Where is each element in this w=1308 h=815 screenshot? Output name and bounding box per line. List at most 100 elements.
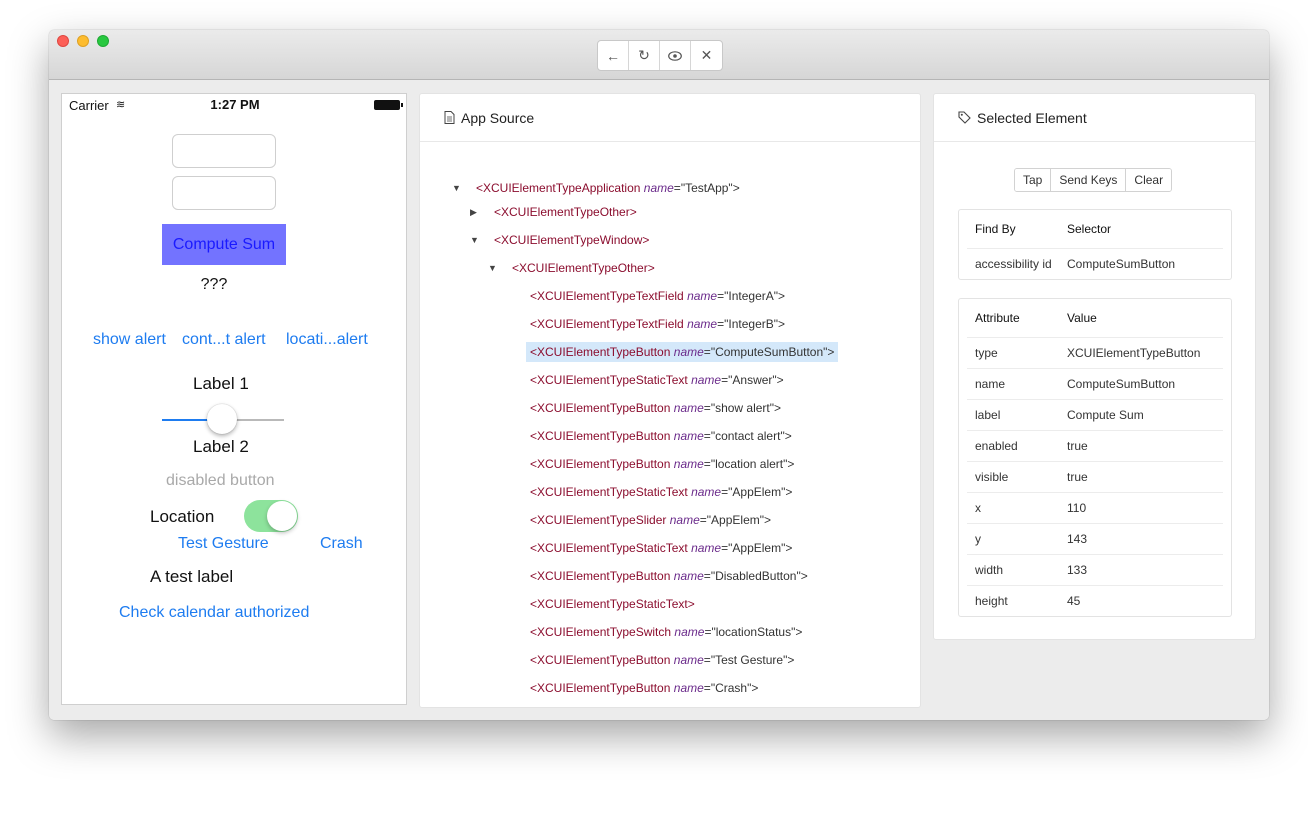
node-attribute: name — [673, 429, 704, 443]
column-header: Selector — [1067, 222, 1112, 236]
node-tag: <XCUIElementTypeButton — [530, 569, 671, 583]
location-switch[interactable] — [244, 500, 298, 532]
integer-a-field[interactable] — [172, 134, 276, 168]
node-tag: <XCUIElementTypeSlider — [530, 513, 667, 527]
caret-down-icon[interactable]: ▼ — [488, 258, 497, 278]
source-tree-node[interactable]: <XCUIElementTypeSlider name="AppElem"> — [526, 510, 775, 530]
table-row: x 110 — [967, 492, 1223, 523]
table-row: enabled true — [967, 430, 1223, 461]
title-bar: ← ↻ ✕ — [49, 30, 1269, 80]
integer-b-field[interactable] — [172, 176, 276, 210]
table-cell: ComputeSumButton — [1067, 257, 1176, 271]
source-tree-node[interactable]: <XCUIElementTypeWindow> — [490, 230, 653, 250]
table-cell: 143 — [1067, 532, 1088, 546]
node-attribute: name — [643, 181, 674, 195]
node-tag: <XCUIElementTypeButton — [530, 401, 671, 415]
close-icon: ✕ — [700, 47, 713, 63]
node-tag: <XCUIElementTypeApplication — [476, 181, 641, 195]
eye-icon — [668, 50, 682, 61]
table-cell: 45 — [1067, 594, 1081, 608]
app-source-header: App Source — [420, 94, 920, 142]
node-value: "show alert"> — [710, 401, 782, 415]
tap-button[interactable]: Tap — [1015, 169, 1052, 191]
table-cell: x — [975, 501, 981, 515]
quit-session-button[interactable]: ✕ — [691, 41, 722, 70]
show-alert-button[interactable]: show alert — [93, 331, 166, 349]
source-tree: ▼ <XCUIElementTypeApplication name="TestA… — [420, 142, 920, 707]
battery-icon — [374, 100, 403, 110]
source-tree-node[interactable]: <XCUIElementTypeButton name="DisabledBut… — [526, 566, 812, 586]
source-tree-node[interactable]: <XCUIElementTypeButton name="ComputeSumB… — [526, 342, 839, 362]
source-tree-node[interactable]: <XCUIElementTypeButton name="contact ale… — [526, 426, 796, 446]
node-value: "AppElem"> — [728, 541, 793, 555]
table-cell: y — [975, 532, 981, 546]
source-tree-node[interactable]: <XCUIElementTypeApplication name="TestAp… — [472, 178, 744, 198]
node-attribute: name — [674, 625, 705, 639]
node-attribute: name — [673, 681, 704, 695]
source-tree-node[interactable]: <XCUIElementTypeStaticText name="Accessi… — [526, 706, 813, 707]
source-tree-node[interactable]: <XCUIElementTypeButton name="Crash"> — [526, 678, 762, 698]
clear-button[interactable]: Clear — [1126, 169, 1172, 191]
window-minimize-button[interactable] — [77, 35, 89, 47]
node-attribute: name — [687, 289, 718, 303]
table-cell: 133 — [1067, 563, 1088, 577]
node-tag: <XCUIElementTypeButton — [530, 681, 671, 695]
source-tree-node[interactable]: <XCUIElementTypeStaticText name="AppElem… — [526, 538, 796, 558]
source-tree-node[interactable]: <XCUIElementTypeOther> — [490, 202, 641, 222]
source-tree-node[interactable]: <XCUIElementTypeButton name="location al… — [526, 454, 798, 474]
selected-element-title: Selected Element — [977, 109, 1087, 126]
device-clock: 1:27 PM — [210, 97, 260, 112]
table-header: Find By Selector — [967, 210, 1223, 248]
table-row: height 45 — [967, 585, 1223, 616]
device-status-bar: Carrier ≋ 1:27 PM — [62, 94, 406, 116]
table-cell: label — [975, 408, 1001, 422]
column-header: Attribute — [975, 311, 1020, 325]
crash-button[interactable]: Crash — [320, 535, 363, 553]
source-tree-node[interactable]: <XCUIElementTypeButton name="Test Gestur… — [526, 650, 798, 670]
test-gesture-button[interactable]: Test Gesture — [178, 535, 269, 553]
table-cell: width — [975, 563, 1004, 577]
node-tag: <XCUIElementTypeTextField — [530, 289, 684, 303]
table-row: type XCUIElementTypeButton — [967, 337, 1223, 368]
node-attribute: name — [669, 513, 700, 527]
caret-right-icon[interactable]: ▶ — [470, 202, 477, 222]
send-keys-button[interactable]: Send Keys — [1051, 169, 1127, 191]
slider-thumb[interactable] — [207, 404, 237, 434]
source-tree-node[interactable]: <XCUIElementTypeTextField name="IntegerA… — [526, 286, 789, 306]
caret-down-icon[interactable]: ▼ — [452, 178, 461, 198]
device-screenshot[interactable]: Carrier ≋ 1:27 PM Compute Sum ??? show a… — [61, 93, 407, 705]
window-close-button[interactable] — [57, 35, 69, 47]
node-value: "TestApp"> — [680, 181, 740, 195]
source-tree-node[interactable]: <XCUIElementTypeSwitch name="locationSta… — [526, 622, 806, 642]
table-cell: enabled — [975, 439, 1018, 453]
source-tree-node[interactable]: <XCUIElementTypeButton name="show alert"… — [526, 398, 785, 418]
label-2: Label 2 — [193, 437, 249, 456]
selected-element-panel: Selected Element Tap Send Keys Clear Fin… — [933, 93, 1256, 640]
location-alert-button[interactable]: locati...alert — [286, 331, 368, 349]
check-calendar-button[interactable]: Check calendar authorized — [119, 604, 309, 622]
node-value: "contact alert"> — [710, 429, 792, 443]
attribute-table: Attribute Value type XCUIElementTypeButto… — [958, 298, 1232, 617]
source-tree-node[interactable]: <XCUIElementTypeStaticText name="AppElem… — [526, 482, 796, 502]
node-tag: <XCUIElementTypeStaticText — [530, 541, 688, 555]
app-source-title: App Source — [461, 109, 535, 126]
contact-alert-button[interactable]: cont...t alert — [182, 331, 266, 349]
back-button[interactable]: ← — [598, 41, 629, 70]
node-tag: <XCUIElementTypeTextField — [530, 317, 684, 331]
node-tag: <XCUIElementTypeOther> — [494, 205, 637, 219]
node-tag: <XCUIElementTypeOther> — [512, 261, 655, 275]
window-maximize-button[interactable] — [97, 35, 109, 47]
source-tree-node[interactable]: <XCUIElementTypeOther> — [508, 258, 659, 278]
source-tree-node[interactable]: <XCUIElementTypeStaticText name="Answer"… — [526, 370, 788, 390]
table-row: label Compute Sum — [967, 399, 1223, 430]
refresh-button[interactable]: ↻ — [629, 41, 660, 70]
caret-down-icon[interactable]: ▼ — [470, 230, 479, 250]
source-tree-node[interactable]: <XCUIElementTypeStaticText> — [526, 594, 699, 614]
compute-sum-button[interactable]: Compute Sum — [162, 224, 286, 265]
node-attribute: name — [673, 653, 704, 667]
show-hide-button[interactable] — [660, 41, 691, 70]
node-value: "Answer"> — [728, 373, 784, 387]
source-tree-node[interactable]: <XCUIElementTypeTextField name="IntegerB… — [526, 314, 789, 334]
table-row: width 133 — [967, 554, 1223, 585]
node-attribute: name — [673, 401, 704, 415]
